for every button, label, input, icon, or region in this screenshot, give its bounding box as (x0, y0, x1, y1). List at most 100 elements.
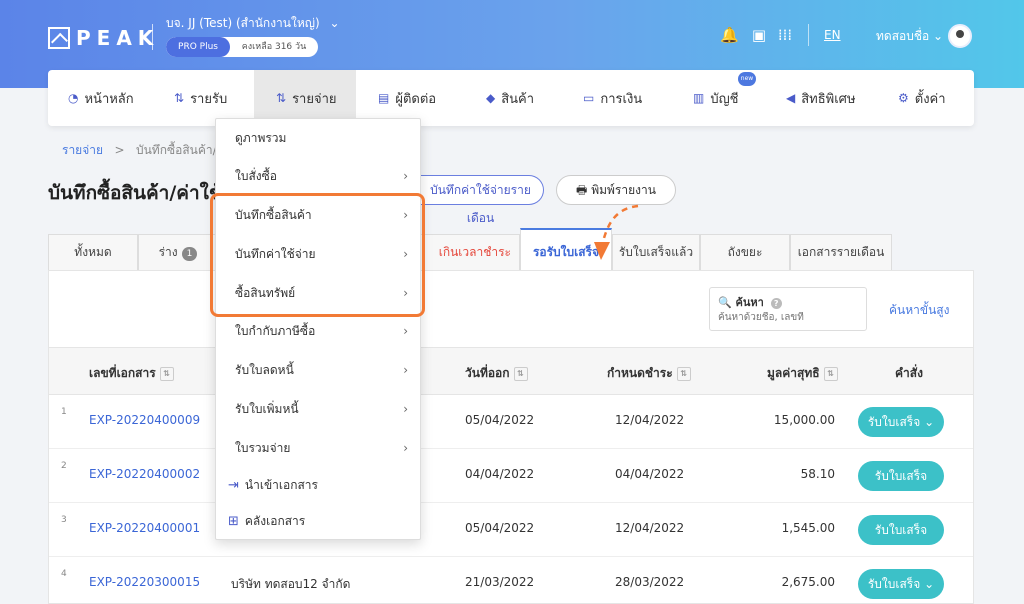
menu-item-combined-payment[interactable]: ใบรวมจ่าย › (216, 429, 420, 467)
menu-item-import-documents[interactable]: ⇥ นำเข้าเอกสาร (216, 466, 420, 504)
contact-name: บริษัท ทดสอบ12 จำกัด (231, 577, 351, 591)
issue-date: 05/04/2022 (465, 413, 535, 427)
expense-icon: ⇅ (276, 91, 287, 105)
doc-number-link[interactable]: EXP-20220400001 (89, 521, 200, 535)
plan-remaining: คงเหลือ 316 วัน (241, 42, 307, 52)
sort-icon[interactable]: ⇅ (513, 366, 528, 381)
menu-item-credit-note[interactable]: รับใบลดหนี้ › (216, 351, 420, 389)
nav-label: บัญชี (710, 91, 739, 107)
tab-label: ร่าง (158, 245, 178, 259)
row-number: 1 (61, 407, 67, 417)
header-net-value[interactable]: มูลค่าสุทธิ ⇅ (767, 364, 838, 383)
nav-item-settings[interactable]: ⚙ ตั้งค่า (898, 70, 946, 126)
header-label: กำหนดชำระ (607, 366, 673, 380)
header-due-date[interactable]: กำหนดชำระ ⇅ (607, 364, 691, 383)
nav-item-products[interactable]: ◆ สินค้า (486, 70, 534, 126)
avatar[interactable] (948, 24, 972, 48)
user-menu[interactable]: ทดสอบชื่อ ⌄ (876, 27, 943, 46)
sort-icon[interactable]: ⇅ (676, 366, 691, 381)
tab-monthly-documents[interactable]: เอกสารรายเดือน (790, 234, 892, 270)
receive-receipt-button[interactable]: รับใบเสร็จ (858, 515, 944, 545)
table-header: เลขที่เอกสาร ⇅ วันที่ออก ⇅ กำหนดชำระ ⇅ มูลค… (49, 347, 973, 395)
peak-logo[interactable]: PEAK (48, 26, 159, 50)
doc-number-link[interactable]: EXP-20220400002 (89, 467, 200, 481)
issue-date: 21/03/2022 (465, 575, 535, 589)
income-icon: ⇅ (174, 91, 185, 105)
menu-item-purchase-order[interactable]: ใบสั่งซื้อ › (216, 157, 420, 195)
header-label: เลขที่เอกสาร (89, 366, 156, 380)
issue-date: 04/04/2022 (465, 467, 535, 481)
sort-icon[interactable]: ⇅ (159, 366, 174, 381)
import-icon: ⇥ (228, 478, 239, 493)
receive-receipt-button[interactable]: รับใบเสร็จ ⌄ (858, 569, 944, 599)
nav-label: การเงิน (600, 91, 643, 107)
nav-label: สิทธิพิเศษ (801, 91, 856, 107)
search-input[interactable] (718, 312, 858, 323)
nav-label: หน้าหลัก (84, 91, 134, 107)
doc-number-link[interactable]: EXP-20220300015 (89, 575, 200, 589)
breadcrumb-root[interactable]: รายจ่าย (62, 143, 103, 157)
action-label: รับใบเสร็จ (867, 577, 921, 591)
monthly-expense-button[interactable]: บันทึกค่าใช้จ่ายรายเดือน (418, 175, 544, 225)
menu-item-purchase-tax-invoice[interactable]: ใบกำกับภาษีซื้อ › (216, 312, 420, 350)
search-icon: 🔍 (718, 296, 732, 309)
menu-label: คลังเอกสาร (244, 514, 306, 528)
doc-number-link[interactable]: EXP-20220400009 (89, 413, 200, 427)
menu-item-document-storage[interactable]: ⊞ คลังเอกสาร (216, 502, 420, 540)
annotation-arrow-icon (594, 204, 639, 260)
tab-draft[interactable]: ร่าง 1 (138, 234, 218, 270)
chevron-down-icon: ⌄ (933, 29, 944, 43)
nav-item-accounting[interactable]: ▥ บัญชี (693, 70, 739, 126)
logo-mark-icon (48, 27, 70, 49)
nav-item-home[interactable]: ◔ หน้าหลัก (68, 70, 134, 126)
receive-receipt-button[interactable]: รับใบเสร็จ ⌄ (858, 407, 944, 437)
book-icon: ▥ (693, 91, 705, 105)
nav-label: ผู้ติดต่อ (395, 91, 437, 107)
tab-overdue[interactable]: เกินเวลาชำระ32 (418, 234, 520, 295)
breadcrumb: รายจ่าย > บันทึกซื้อสินค้า/ค่า (62, 141, 231, 160)
chevron-right-icon: › (403, 363, 408, 377)
tab-all[interactable]: ทั้งหมด (48, 234, 138, 270)
table-row: 1 EXP-20220400009 05/04/2022 12/04/2022 … (49, 395, 973, 449)
megaphone-icon: ◀ (786, 91, 796, 105)
breadcrumb-separator: > (106, 143, 133, 157)
tab-trash[interactable]: ถังขยะ (700, 234, 790, 270)
table-row: 4 EXP-20220300015 บริษัท ทดสอบ12 จำกัด 2… (49, 557, 973, 604)
menu-label: ใบกำกับภาษีซื้อ (235, 324, 316, 338)
search-box[interactable]: 🔍 ค้นหา ? (709, 287, 867, 331)
header-doc-no[interactable]: เลขที่เอกสาร ⇅ (89, 364, 174, 383)
help-icon[interactable]: ? (770, 298, 782, 309)
language-switch[interactable]: EN (824, 28, 841, 42)
apps-grid-icon[interactable]: ⁞⁞⁞ (776, 26, 794, 44)
document-list-panel: 🔍 ค้นหา ? ค้นหาขั้นสูง เลขที่เอกสาร⇅ วัน… (48, 270, 974, 604)
tab-count: 1 (181, 247, 198, 261)
document-storage-icon: ⊞ (228, 514, 239, 529)
sort-icon[interactable]: ⇅ (823, 366, 838, 381)
menu-item-debit-note[interactable]: รับใบเพิ่มหนี้ › (216, 390, 420, 428)
menu-label: รับใบลดหนี้ (235, 363, 294, 377)
print-label: พิมพ์รายงาน (591, 183, 656, 197)
header-issue-date[interactable]: วันที่ออก ⇅ (465, 364, 528, 383)
net-value: 15,000.00 (773, 413, 835, 427)
document-icon[interactable]: ▣ (750, 26, 768, 44)
nav-item-privileges[interactable]: ◀ สิทธิพิเศษ (786, 70, 856, 126)
net-value: 1,545.00 (781, 521, 835, 535)
company-selector[interactable]: บจ. JJ (Test) (สำนักงานใหญ่) ⌄ (166, 14, 340, 33)
user-name: ทดสอบชื่อ (876, 29, 930, 43)
menu-label: นำเข้าเอกสาร (244, 478, 318, 492)
tab-label: ถังขยะ (727, 245, 763, 259)
menu-label: รับใบเพิ่มหนี้ (235, 402, 299, 416)
advanced-search-link[interactable]: ค้นหาขั้นสูง (889, 301, 949, 320)
receive-receipt-button[interactable]: รับใบเสร็จ (858, 461, 944, 491)
chevron-down-icon: ⌄ (924, 415, 935, 429)
expense-dropdown-menu: ดูภาพรวม ใบสั่งซื้อ › บันทึกซื้อสินค้า › บ… (215, 118, 421, 540)
menu-item-overview[interactable]: ดูภาพรวม (216, 119, 420, 157)
menu-label: ดูภาพรวม (235, 131, 287, 145)
page-title: บันทึกซื้อสินค้า/ค่าใช้จ่าย (48, 182, 216, 204)
chevron-right-icon: › (403, 169, 408, 183)
search-label-wrap: 🔍 ค้นหา ? (718, 293, 782, 311)
logo-divider (152, 24, 153, 50)
header-action: คำสั่ง (895, 366, 923, 380)
bell-icon[interactable]: 🔔 (720, 26, 739, 44)
nav-item-finance[interactable]: ▭ การเงิน (583, 70, 642, 126)
